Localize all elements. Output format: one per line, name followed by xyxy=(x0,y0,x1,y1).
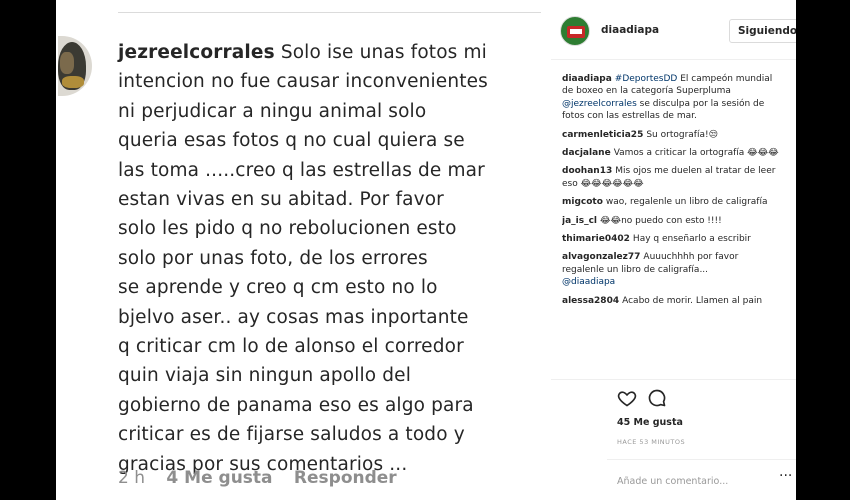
comment-line: intencion no fue causar inconvenientes xyxy=(118,71,488,93)
post-actions: 45 Me gusta HACE 53 MINUTOS ··· xyxy=(551,379,796,500)
comment-line: las toma .....creo q las estrellas de ma… xyxy=(118,159,485,181)
comment-meta: 2 h 4 Me gusta Responder xyxy=(118,468,413,488)
heart-icon[interactable] xyxy=(617,388,637,408)
post-caption: diaadiapa #DeportesDD El campeón mundial … xyxy=(562,73,782,123)
list-item: migcoto wao, regalenle un libro de caligr… xyxy=(562,196,782,208)
list-item: thimarie0402 Hay q enseñarlo a escribir xyxy=(562,233,782,245)
zoomed-comment-text: jezreelcorrales Solo ise unas fotos mi i… xyxy=(118,38,541,479)
add-comment-input[interactable] xyxy=(617,471,777,491)
list-item: carmenleticia25 Su ortografía!😒 xyxy=(562,129,782,141)
list-item: ja_is_cl 😂😂no puedo con esto !!!! xyxy=(562,215,782,227)
comment-username[interactable]: ja_is_cl xyxy=(562,216,597,226)
comment-line: q criticar cm lo de alonso el corredor xyxy=(118,336,464,358)
comment-text: wao, regalenle un libro de caligrafía xyxy=(605,197,768,208)
comment-text: Hay q enseñarlo a escribir xyxy=(632,234,751,245)
post-author-avatar[interactable] xyxy=(560,16,590,46)
comment-text: 😂😂no puedo con esto !!!! xyxy=(600,215,722,226)
post-author-username[interactable]: diaadiapa xyxy=(601,24,659,36)
comment-username[interactable]: doohan13 xyxy=(562,166,612,176)
comment-username[interactable]: alvagonzalez77 xyxy=(562,252,640,262)
more-options-icon[interactable]: ··· xyxy=(779,468,792,484)
comment-line: se aprende y creo q cm esto no lo xyxy=(118,277,438,299)
comment-line: ni perjudicar a ningu animal solo xyxy=(118,100,427,122)
list-item: doohan13 Mis ojos me duelen al tratar de … xyxy=(562,165,782,190)
comment-username[interactable]: alessa2804 xyxy=(562,296,619,306)
zoomed-comment-panel: jezreelcorrales Solo ise unas fotos mi i… xyxy=(56,0,541,500)
commenter-username[interactable]: jezreelcorrales xyxy=(118,42,275,63)
list-item: dacjalane Vamos a criticar la ortografía … xyxy=(562,147,782,159)
comment-line: gobierno de panama eso es algo para xyxy=(118,394,474,416)
comment-line: solo por unas foto, de los errores xyxy=(118,247,428,269)
caption-hashtag[interactable]: #DeportesDD xyxy=(615,74,678,84)
post-header: diaadiapa Siguiendo xyxy=(551,0,796,60)
comment-text: Su ortografía!😒 xyxy=(646,129,718,140)
comment-time[interactable]: 2 h xyxy=(118,468,145,488)
like-count[interactable]: 45 Me gusta xyxy=(617,417,683,428)
comment-line: solo les pido q no rebolucionen esto xyxy=(118,218,457,240)
list-item: alessa2804 Acabo de morir. Llamen al pain xyxy=(562,295,782,307)
commenter-avatar[interactable] xyxy=(58,36,92,96)
instagram-post-panel: diaadiapa Siguiendo diaadiapa #DeportesDD… xyxy=(551,0,796,500)
comment-line: queria esas fotos q no cual quiera se xyxy=(118,130,465,152)
comment-username[interactable]: thimarie0402 xyxy=(562,234,630,244)
comments-list[interactable]: diaadiapa #DeportesDD El campeón mundial … xyxy=(562,73,782,379)
caption-username[interactable]: diaadiapa xyxy=(562,74,612,84)
caption-mention[interactable]: @jezreelcorrales xyxy=(562,99,637,109)
comment-line: estan vivas en su abitad. Por favor xyxy=(118,189,444,211)
comment-username[interactable]: migcoto xyxy=(562,197,603,207)
comment-line: quin viaja sin ningun apollo del xyxy=(118,365,411,387)
comment-line: Solo ise unas fotos mi xyxy=(280,42,487,63)
following-button[interactable]: Siguiendo xyxy=(729,19,796,43)
list-item: alvagonzalez77 Auuuchhhh por favor regale… xyxy=(562,251,782,288)
comment-text: Acabo de morir. Llamen al pain xyxy=(622,295,763,306)
comment-text: Vamos a criticar la ortografía 😂😂😂 xyxy=(613,148,779,159)
reply-button[interactable]: Responder xyxy=(294,468,397,488)
comment-username[interactable]: dacjalane xyxy=(562,148,611,158)
comment-icon[interactable] xyxy=(647,388,667,408)
comment-line: bjelvo aser.. ay cosas mas inportante xyxy=(118,306,469,328)
divider xyxy=(118,12,541,13)
post-timestamp: HACE 53 MINUTOS xyxy=(617,438,686,446)
comment-line: criticar es de fijarse saludos a todo y xyxy=(118,424,465,446)
comment-mention[interactable]: @diaadiapa xyxy=(562,277,615,287)
comment-username[interactable]: carmenleticia25 xyxy=(562,130,643,140)
comment-likes[interactable]: 4 Me gusta xyxy=(166,468,272,488)
screenshot-frame: jezreelcorrales Solo ise unas fotos mi i… xyxy=(56,0,796,500)
add-comment-bar: ··· xyxy=(607,459,796,500)
